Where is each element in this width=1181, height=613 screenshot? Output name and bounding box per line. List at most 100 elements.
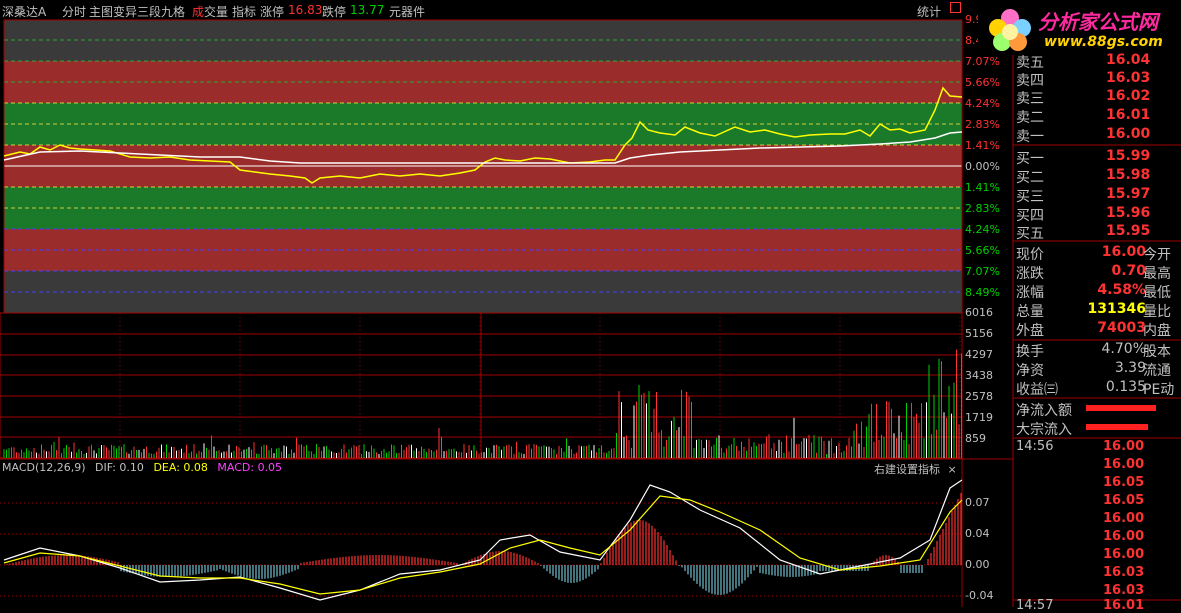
macd-settings-label[interactable]: 右建设置指标 [874, 463, 940, 476]
fundamental-row: 换手 4.70% 股本 [1016, 341, 1181, 360]
price-band-7 [4, 166, 962, 187]
macd-dif: DIF: 0.10 [95, 461, 144, 474]
close-icon[interactable]: × [948, 463, 957, 476]
price-axis-label: 1.41% [965, 139, 1000, 152]
fundamental-key-2: 股本 [1143, 344, 1171, 360]
macd-axis-label: 0.00 [965, 558, 990, 571]
volume-axis-label: 4297 [965, 348, 993, 361]
limit-up-value: 16.83 [288, 3, 323, 17]
macd-settings[interactable]: 右建设置指标 × [874, 461, 957, 477]
quote-key-2: 量比 [1143, 304, 1171, 320]
ask-label: 卖二 [1016, 110, 1044, 126]
tab-timeshare[interactable]: 分时 [62, 3, 86, 20]
macd-dea: DEA: 0.08 [153, 461, 208, 474]
quote-key-2: 最高 [1143, 266, 1171, 282]
quote-key-2: 最低 [1143, 285, 1171, 301]
bid-label: 买二 [1016, 170, 1044, 186]
ask-label: 卖四 [1016, 73, 1044, 89]
macd-value: MACD: 0.05 [217, 461, 283, 474]
volume-axis-label: 2578 [965, 390, 993, 403]
tick-price: 16.00 [1103, 457, 1145, 472]
bid-label: 买三 [1016, 189, 1044, 205]
price-band-4 [4, 103, 962, 124]
price-axis-label: 4.24% [965, 223, 1000, 236]
price-band-11 [4, 250, 962, 271]
tick-price: 16.00 [1103, 439, 1145, 454]
price-axis-label: 4.24% [965, 97, 1000, 110]
quote-row: 涨幅 4.58% 最低 [1016, 282, 1181, 301]
price-band-2 [4, 61, 962, 82]
fundamental-value: 0.135 [1105, 379, 1146, 395]
quote-value: 74003 [1097, 320, 1146, 336]
price-axis-label: 2.83% [965, 118, 1000, 131]
flow-key: 大宗流入 [1016, 422, 1072, 438]
ask-label: 卖三 [1016, 91, 1044, 107]
fundamental-row: 净资 3.39 流通 [1016, 360, 1181, 379]
price-band-8 [4, 187, 962, 208]
bid-price: 15.96 [1106, 205, 1151, 221]
tick-price: 16.00 [1103, 511, 1145, 526]
ask-price: 16.03 [1106, 70, 1151, 86]
fundamental-value: 4.70% [1101, 341, 1146, 357]
price-band-9 [4, 208, 962, 229]
quote-row: 涨跌 0.70 最高 [1016, 263, 1181, 282]
bid-price: 15.98 [1106, 167, 1151, 183]
price-axis-label: 7.07% [965, 265, 1000, 278]
quote-row: 外盘 74003 内盘 [1016, 320, 1181, 339]
macd-axis-label: 0.04 [965, 527, 990, 540]
quote-key: 外盘 [1016, 323, 1044, 339]
fundamental-value: 3.39 [1114, 360, 1146, 376]
flow-bar [1086, 405, 1156, 411]
flow-bar [1086, 424, 1148, 430]
ask-price: 16.04 [1106, 52, 1151, 68]
quote-key: 涨跌 [1016, 266, 1044, 282]
stock-name: 深桑达A [2, 5, 47, 19]
volume-axis-label: 859 [965, 432, 986, 445]
chart-topbar: 深桑达A 分时 主图变异三段九格 成 交量 指标 涨停 16.83 跌停 13.… [0, 0, 961, 20]
quote-value: 131346 [1087, 301, 1146, 317]
fundamental-key: 收益㈢ [1016, 382, 1058, 398]
macd-axis-label: -0.04 [965, 589, 994, 602]
fundamental-key-2: 流通 [1143, 363, 1171, 379]
bid-label: 买四 [1016, 208, 1044, 224]
quote-key-2: 今开 [1143, 247, 1171, 263]
ask-label: 卖一 [1016, 129, 1044, 145]
price-band-10 [4, 229, 962, 250]
limit-down-value: 13.77 [350, 3, 385, 17]
tools-button[interactable]: 元器件 [389, 3, 425, 20]
tick-price: 16.05 [1103, 475, 1145, 490]
limit-up-label: 涨停 [260, 5, 285, 19]
fundamental-key: 换手 [1016, 344, 1044, 360]
quote-value: 4.58% [1097, 282, 1146, 298]
volume-axis-label: 6016 [965, 306, 993, 319]
chart-canvas [0, 0, 1181, 607]
maximize-icon[interactable] [950, 2, 961, 13]
price-band-13 [4, 292, 962, 313]
volume-axis-label: 5156 [965, 327, 993, 340]
macd-title: MACD(12,26,9) [2, 461, 86, 474]
macd-header: MACD(12,26,9) DIF: 0.10 DEA: 0.08 MACD: … [2, 461, 282, 474]
fundamental-key-2: PE动 [1143, 382, 1175, 398]
ask-price: 16.01 [1106, 107, 1151, 123]
volume-label-1[interactable]: 成 [192, 3, 204, 20]
price-axis-label: 5.66% [965, 76, 1000, 89]
price-axis-label: 7.07% [965, 55, 1000, 68]
bid-label: 买五 [1016, 226, 1044, 242]
bid-price: 15.99 [1106, 148, 1151, 164]
bid-price: 15.95 [1106, 223, 1151, 239]
price-band-3 [4, 82, 962, 103]
main-chart-formula[interactable]: 主图变异三段九格 [89, 3, 185, 20]
volume-label-2[interactable]: 交量 [204, 3, 228, 20]
indicator-button[interactable]: 指标 [232, 3, 256, 20]
quote-key-2: 内盘 [1143, 323, 1171, 339]
bid-label: 买一 [1016, 151, 1044, 167]
quote-key: 涨幅 [1016, 285, 1044, 301]
quote-value: 0.70 [1111, 263, 1146, 279]
volume-axis-label: 1719 [965, 411, 993, 424]
fundamental-key: 净资 [1016, 363, 1044, 379]
price-axis-label: 2.83% [965, 202, 1000, 215]
macd-axis-label: 0.07 [965, 496, 990, 509]
quote-panel: 卖五 16.04 卖四 16.03 卖三 16.02 卖二 16.01 卖一 16.00 买一 15… [1013, 0, 1181, 613]
ask-price: 16.00 [1106, 126, 1151, 142]
stats-button[interactable]: 统计 [917, 3, 941, 20]
